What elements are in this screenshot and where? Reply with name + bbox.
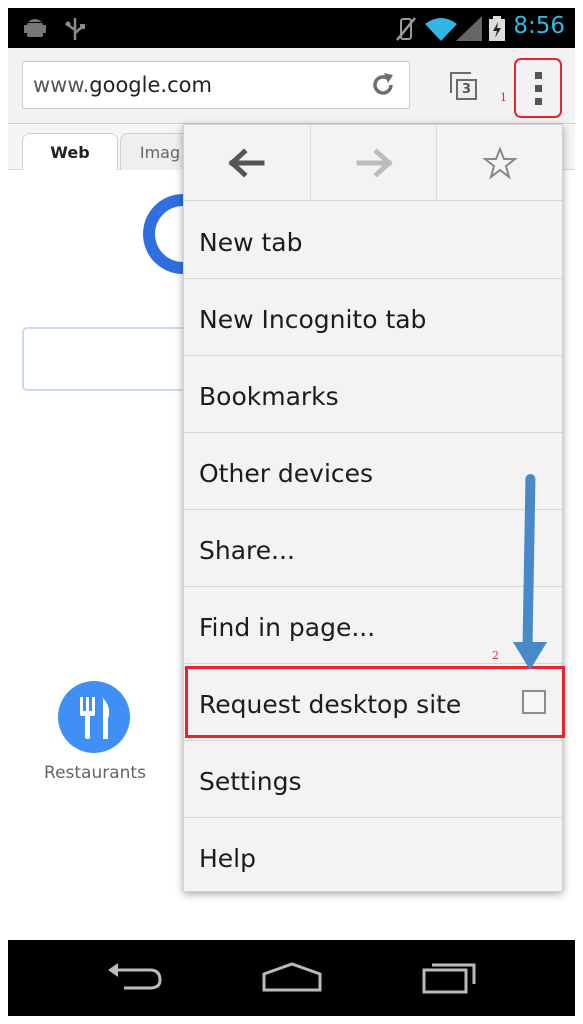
- url-domain: google.com: [89, 73, 212, 97]
- tab-web[interactable]: Web: [22, 133, 118, 170]
- home-nav-icon[interactable]: [260, 960, 324, 994]
- browser-toolbar: www.google.com 3 1: [8, 48, 575, 124]
- phone-screen: 8:56 www.google.com 3 1 Web Imag Restaur…: [8, 8, 575, 1016]
- forward-button[interactable]: [310, 125, 436, 201]
- menu-item-help[interactable]: Help: [184, 818, 562, 895]
- back-button[interactable]: [184, 125, 310, 201]
- arrow-head-icon: [513, 642, 547, 670]
- menu-item-share[interactable]: Share...: [184, 510, 562, 587]
- usb-icon: [65, 18, 85, 40]
- menu-item-bookmarks[interactable]: Bookmarks: [184, 356, 562, 433]
- menu-item-new-tab[interactable]: New tab: [184, 202, 562, 279]
- menu-dot-icon: [535, 72, 542, 79]
- menu-item-find-in-page[interactable]: Find in page...: [184, 587, 562, 664]
- menu-item-settings[interactable]: Settings: [184, 741, 562, 818]
- menu-item-other-devices[interactable]: Other devices: [184, 433, 562, 510]
- menu-item-new-incognito-tab[interactable]: New Incognito tab: [184, 279, 562, 356]
- vibrate-mute-icon: [396, 17, 416, 41]
- android-debug-icon: [24, 19, 46, 37]
- fork-knife-icon: [80, 697, 110, 739]
- restaurants-button[interactable]: [58, 681, 130, 753]
- overflow-menu-button[interactable]: [514, 58, 562, 118]
- menu-dot-icon: [535, 98, 542, 105]
- annotation-1: 1: [500, 91, 507, 104]
- back-nav-icon[interactable]: [104, 960, 164, 994]
- overflow-menu: New tab New Incognito tab Bookmarks Othe…: [183, 124, 563, 892]
- status-bar: 8:56: [8, 8, 575, 48]
- menu-dot-icon: [535, 85, 542, 92]
- forward-arrow-icon: [356, 148, 393, 178]
- back-arrow-icon: [228, 148, 265, 178]
- url-bar[interactable]: www.google.com: [22, 61, 410, 109]
- highlight-box: [185, 666, 565, 738]
- annotation-2: 2: [492, 649, 499, 662]
- reload-icon[interactable]: [369, 71, 397, 99]
- url-prefix: www.: [33, 73, 90, 97]
- bookmark-star-button[interactable]: [436, 125, 562, 201]
- tab-count: 3: [456, 79, 477, 100]
- star-icon: [482, 146, 518, 180]
- url-text: www.google.com: [33, 73, 212, 97]
- wifi-icon: [425, 18, 457, 41]
- restaurants-label: Restaurants: [44, 763, 146, 783]
- system-nav-bar: [8, 940, 575, 1016]
- battery-charging-icon: [489, 16, 505, 41]
- menu-nav-row: [184, 125, 562, 201]
- clock: 8:56: [513, 13, 565, 39]
- tab-switcher-button[interactable]: 3: [442, 68, 482, 106]
- signal-icon: [456, 16, 482, 41]
- recents-nav-icon[interactable]: [420, 960, 480, 994]
